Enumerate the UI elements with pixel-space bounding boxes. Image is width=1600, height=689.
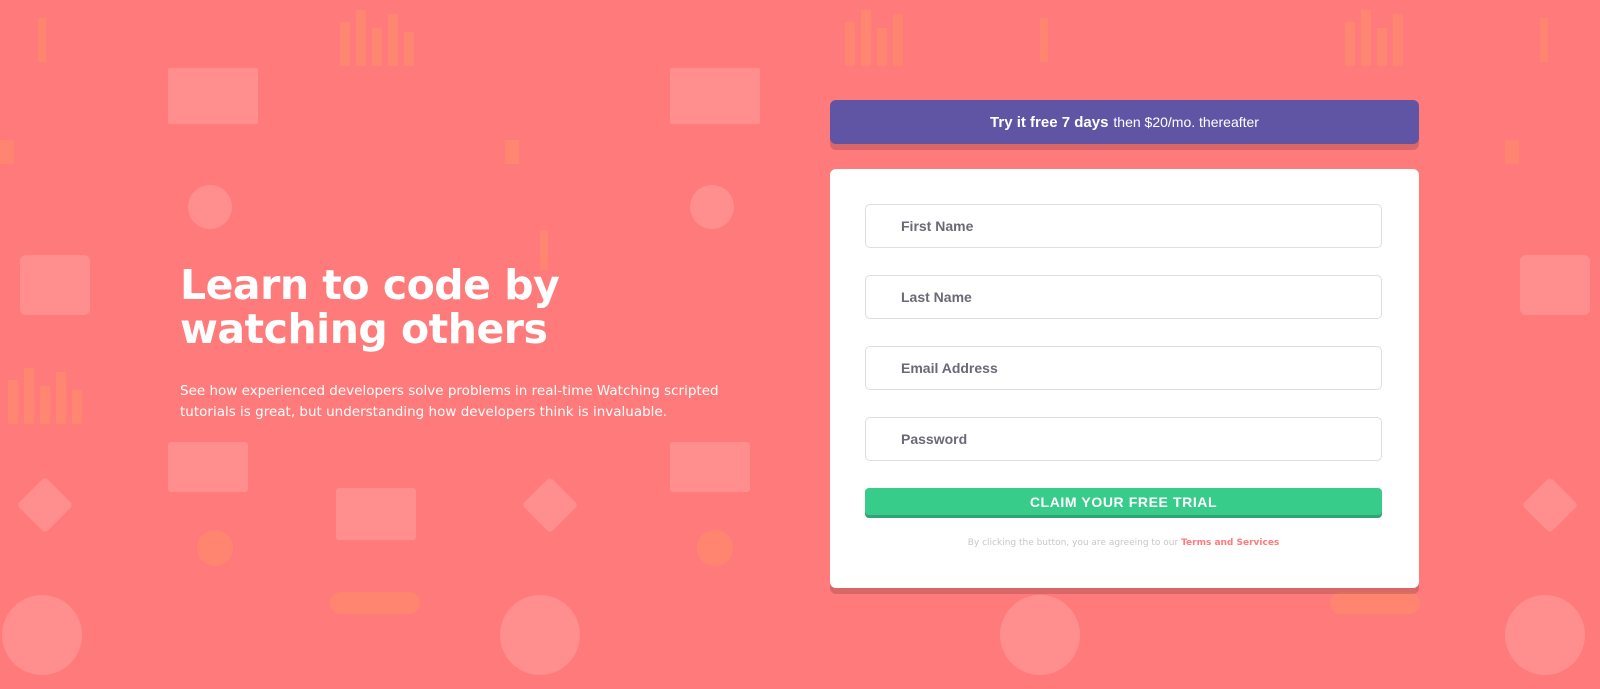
- signup-form: CLAIM YOUR FREE TRIAL By clicking the bu…: [830, 169, 1419, 588]
- last-name-field[interactable]: [865, 275, 1382, 319]
- hero-title: Learn to code by watching others: [180, 261, 560, 353]
- claim-free-trial-button[interactable]: CLAIM YOUR FREE TRIAL: [865, 488, 1382, 515]
- terms-link[interactable]: Terms and Services: [1181, 538, 1279, 548]
- hero-description: See how experienced developers solve pro…: [180, 383, 719, 420]
- offer-bold-text: Try it free 7 days: [990, 113, 1109, 131]
- first-name-input[interactable]: [901, 205, 1381, 247]
- email-field[interactable]: [865, 346, 1382, 390]
- terms-prefix-text: By clicking the button, you are agreeing…: [967, 538, 1179, 548]
- password-input[interactable]: [901, 418, 1381, 460]
- trial-offer-banner: Try it free 7 days then $20/mo. thereaft…: [830, 100, 1419, 144]
- last-name-input[interactable]: [901, 276, 1381, 318]
- first-name-field[interactable]: [865, 204, 1382, 248]
- hero-section: Learn to code by watching others See how…: [180, 263, 760, 423]
- password-field[interactable]: [865, 417, 1382, 461]
- offer-price-text: then $20/mo. thereafter: [1113, 114, 1259, 130]
- email-input[interactable]: [901, 347, 1381, 389]
- terms-notice: By clicking the button, you are agreeing…: [865, 538, 1382, 548]
